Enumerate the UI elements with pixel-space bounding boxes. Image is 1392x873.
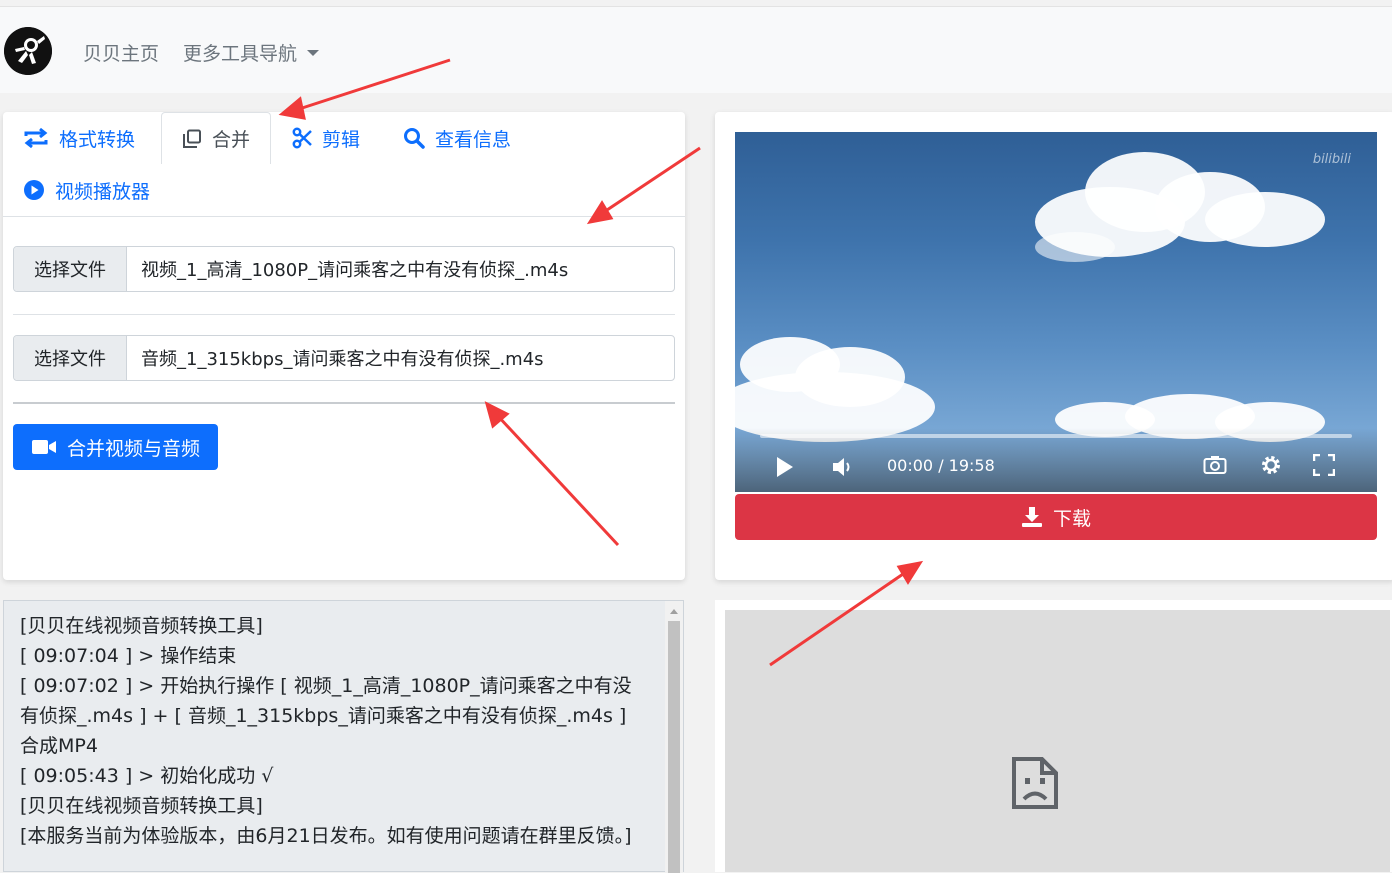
settings-gear-icon[interactable] [1259,453,1283,477]
play-circle-icon [24,180,44,200]
log-text: [贝贝在线视频音频转换工具] [ 09:07:04 ] > 操作结束 [ 09:… [20,611,650,851]
nav-more-tools-label: 更多工具导航 [183,43,298,65]
tab-merge[interactable]: 合并 [161,112,272,164]
player-card: bilibili 00:00 / 19:58 下载 [715,112,1392,580]
log-line: [本服务当前为体验版本，由6月21日发布。如有使用问题请在群里反馈。] [20,825,632,847]
tab-video-player-label: 视频播放器 [55,180,151,203]
tab-format-convert-label: 格式转换 [59,128,136,151]
bilibili-watermark: bilibili [1312,152,1351,167]
nav-more-tools-dropdown[interactable]: 更多工具导航 [183,39,320,66]
volume-icon[interactable] [831,456,855,478]
merge-video-audio-button[interactable]: 合并视频与音频 [13,424,218,470]
tab-bar: 格式转换 合并 剪辑 查看信息 视频播放器 [3,112,685,217]
scroll-up-icon[interactable] [669,607,679,615]
divider [13,402,675,404]
tab-cut-label: 剪辑 [322,128,361,151]
fullscreen-icon[interactable] [1313,454,1335,476]
log-line: [贝贝在线视频音频转换工具] [20,795,263,817]
tab-view-info-label: 查看信息 [435,128,512,151]
tab-format-convert[interactable]: 格式转换 [23,124,135,152]
video-camera-icon [31,440,56,454]
scissors-icon [292,127,312,149]
log-line: [ 09:07:02 ] > 开始执行操作 [ 视频_1_高清_1080P_请问… [20,675,632,757]
tab-merge-label: 合并 [212,129,251,151]
scrollbar-thumb[interactable] [668,621,680,873]
video-player[interactable]: bilibili 00:00 / 19:58 [735,132,1377,492]
navbar: 贝贝主页 更多工具导航 [0,6,1392,93]
audio-file-input[interactable]: 选择文件 音频_1_315kbps_请问乘客之中有没有侦探_.m4s [13,335,675,381]
log-panel[interactable]: [贝贝在线视频音频转换工具] [ 09:07:04 ] > 操作结束 [ 09:… [3,600,684,873]
log-scrollbar[interactable] [665,601,683,873]
log-line: [贝贝在线视频音频转换工具] [20,615,263,637]
play-icon[interactable] [775,456,795,478]
log-line: [ 09:07:04 ] > 操作结束 [20,645,237,667]
progress-bar[interactable] [760,434,1352,438]
tab-video-player[interactable]: 视频播放器 [23,176,150,204]
screenshot-icon[interactable] [1203,455,1227,475]
audio-file-name: 音频_1_315kbps_请问乘客之中有没有侦探_.m4s [141,349,544,370]
log-line: [ 09:05:43 ] > 初始化成功 √ [20,765,274,787]
sad-file-icon [1012,757,1058,809]
choose-file-button[interactable]: 选择文件 [14,336,127,380]
caret-down-icon [307,50,320,56]
nav-home-link[interactable]: 贝贝主页 [83,39,159,66]
merge-button-label: 合并视频与音频 [66,437,200,460]
video-file-input[interactable]: 选择文件 视频_1_高清_1080P_请问乘客之中有没有侦探_.m4s [13,246,675,292]
video-file-name: 视频_1_高清_1080P_请问乘客之中有没有侦探_.m4s [141,260,569,281]
broken-frame-panel [725,610,1390,872]
convert-icon [24,127,48,149]
merge-card: 格式转换 合并 剪辑 查看信息 视频播放器 选择文件 视频_1_高清_1080P… [3,112,685,580]
time-display: 00:00 / 19:58 [887,456,995,475]
choose-file-button[interactable]: 选择文件 [14,247,127,291]
cloud-shape [1205,192,1325,247]
download-icon [1021,507,1042,527]
cloud-shape [1035,232,1115,262]
tab-cut[interactable]: 剪辑 [292,124,360,152]
copy-icon [183,129,201,148]
download-button[interactable]: 下载 [735,494,1377,540]
divider [13,314,675,315]
player-controls: 00:00 / 19:58 [735,428,1377,492]
tab-view-info[interactable]: 查看信息 [403,124,511,152]
astronaut-logo[interactable] [4,27,52,75]
search-icon [404,128,425,149]
download-button-label: 下载 [1052,507,1091,530]
